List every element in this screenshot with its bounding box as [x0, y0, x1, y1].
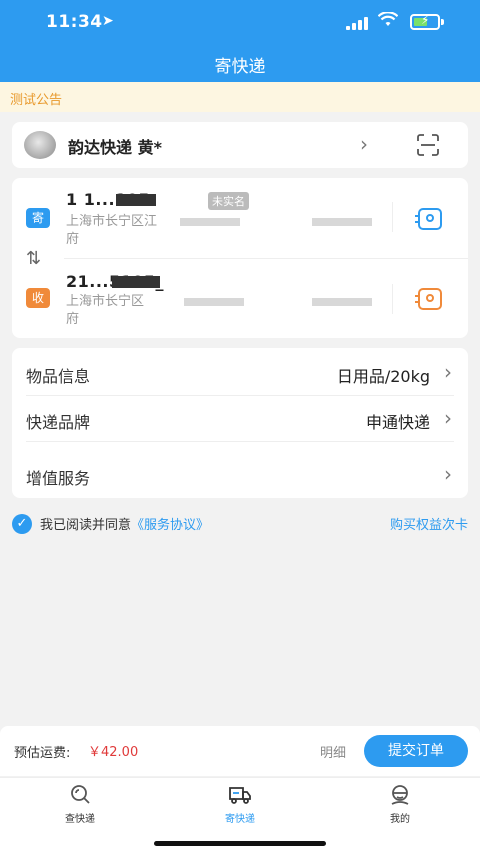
address-book-icon[interactable]: [415, 208, 442, 230]
receiver-address-line1: 上海市长宁区: [66, 294, 145, 309]
divider: [392, 284, 393, 314]
address-card: 寄 1 1...105 未实名 上海市长宁区江 府 ⇅ 收 21...5105_…: [12, 178, 468, 338]
tab-label: 查快递: [65, 814, 95, 825]
cellular-signal-icon: [346, 16, 368, 30]
tab-send[interactable]: 寄快递: [200, 784, 280, 825]
value-added-service-row[interactable]: 增值服务 ›: [12, 452, 468, 498]
sender-address-line2: 府: [66, 232, 80, 247]
order-footer: 预估运费: ￥42.00 明细 提交订单: [0, 726, 480, 776]
profile-icon: [391, 785, 409, 805]
buy-card-link[interactable]: 购买权益次卡: [390, 514, 468, 533]
sender-tag: 寄: [26, 208, 50, 228]
redacted-block: [180, 218, 240, 226]
home-indicator: [154, 841, 326, 846]
service-agreement-link[interactable]: 《服务协议》: [131, 518, 209, 533]
fee-value: ￥42.00: [88, 745, 139, 760]
redacted-block: [116, 194, 156, 206]
address-book-icon[interactable]: [415, 288, 442, 310]
app-header: 11:34 ➤ ⚡ 寄快递: [0, 0, 480, 82]
divider: [26, 441, 454, 442]
row-label: 增值服务: [26, 469, 91, 488]
battery-icon: ⚡: [410, 13, 444, 30]
receiver-address-line2: 府: [66, 312, 80, 327]
agreement-prefix: 我已阅读并同意: [40, 518, 132, 533]
tab-track[interactable]: 查快递: [40, 784, 120, 825]
divider: [64, 258, 468, 259]
redacted-block: [112, 276, 160, 288]
tab-profile[interactable]: 我的: [360, 784, 440, 825]
courier-avatar: [24, 131, 56, 159]
location-arrow-icon: ➤: [102, 13, 114, 29]
receiver-tag: 收: [26, 288, 50, 308]
redacted-block: [312, 218, 372, 226]
unverified-badge: 未实名: [208, 192, 249, 210]
truck-icon: [229, 787, 251, 804]
chevron-right-icon: ›: [444, 406, 452, 430]
chevron-right-icon: ›: [444, 462, 452, 486]
courier-selector[interactable]: 韵达快递 黄* ›: [12, 122, 468, 168]
page-title: 寄快递: [214, 57, 266, 77]
redacted-block: [312, 298, 372, 306]
divider: [392, 202, 393, 232]
tab-label: 寄快递: [225, 814, 255, 825]
swap-icon[interactable]: ⇅: [26, 248, 41, 269]
fee-detail-button[interactable]: 明细: [320, 742, 346, 761]
tab-label: 我的: [390, 814, 410, 825]
checkbox-checked-icon[interactable]: ✓: [12, 514, 32, 534]
row-value: 申通快递: [365, 413, 430, 432]
row-label: 物品信息: [26, 367, 91, 386]
item-info-row[interactable]: 物品信息 日用品/20kg ›: [12, 350, 468, 396]
scan-icon[interactable]: [416, 133, 440, 157]
sender-address-line1: 上海市长宁区江: [66, 214, 158, 229]
submit-order-button[interactable]: 提交订单: [364, 735, 468, 767]
wifi-icon: [377, 11, 399, 32]
redacted-block: [184, 298, 244, 306]
agreement-text: 我已阅读并同意《服务协议》: [40, 514, 209, 533]
notice-banner[interactable]: 测试公告: [0, 82, 480, 112]
search-icon: [71, 785, 90, 804]
row-value: 日用品/20kg: [336, 367, 430, 386]
status-time: 11:34: [46, 12, 103, 32]
shipment-info-card: 物品信息 日用品/20kg › 快递品牌 申通快递 › 增值服务 ›: [12, 348, 468, 498]
courier-brand-row[interactable]: 快递品牌 申通快递 ›: [12, 396, 468, 442]
fee-label: 预估运费:: [14, 746, 71, 761]
chevron-right-icon: ›: [360, 132, 368, 156]
chevron-right-icon: ›: [444, 360, 452, 384]
row-label: 快递品牌: [26, 413, 91, 432]
agreement-row: ✓ 我已阅读并同意《服务协议》 购买权益次卡: [12, 512, 468, 534]
courier-name: 韵达快递 黄*: [68, 138, 162, 157]
